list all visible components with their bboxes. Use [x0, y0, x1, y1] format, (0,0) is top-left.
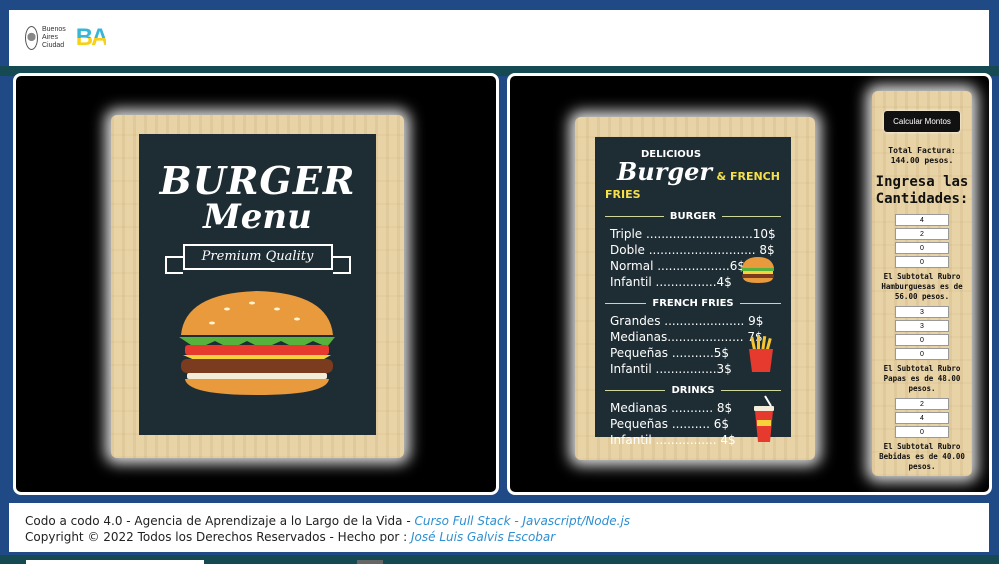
price-item: Grandes ..................... 9$ [610, 314, 764, 328]
drinks-subtotal: El Subtotal Rubro Bebidas es de 40.00 pe… [879, 442, 965, 471]
footer-agency-text: Codo a codo 4.0 - Agencia de Aprendizaje… [25, 514, 415, 528]
french-fries-icon [749, 335, 773, 372]
burger-kids-qty-input[interactable] [895, 256, 949, 268]
fries-subtotal: El Subtotal Rubro Papas es de 48.00 peso… [883, 364, 961, 393]
price-item: Triple ............................10$ [610, 227, 776, 241]
burger-illustration-icon [179, 291, 335, 395]
site-header: Buenos Aires Ciudad BA [9, 10, 989, 66]
city-seal-icon [25, 26, 38, 50]
drinks-kids-qty-input[interactable] [895, 426, 949, 438]
burger-double-qty-input[interactable] [895, 228, 949, 240]
drinks-medium-qty-input[interactable] [895, 398, 949, 410]
fries-medium-qty-input[interactable] [895, 320, 949, 332]
city-logo-text: Buenos Aires Ciudad [42, 26, 66, 49]
burger-subtotal: El Subtotal Rubro Hamburguesas es de 56.… [881, 272, 963, 301]
author-link[interactable]: José Luis Galvis Escobar [411, 530, 555, 544]
quantities-heading: Ingresa las Cantidades: [875, 174, 969, 207]
invoice-total: Total Factura: 144.00 pesos. [888, 146, 956, 165]
menu-subtitle: Menu [203, 197, 312, 237]
site-footer: Codo a codo 4.0 - Agencia de Aprendizaje… [9, 503, 989, 552]
burger-triple-qty-input[interactable] [895, 214, 949, 226]
price-menu-card: DELICIOUS Burger & FRENCH FRIES BURGER T… [575, 117, 815, 460]
section-heading-french-fries: FRENCH FRIES [605, 298, 781, 309]
fries-kids-qty-input[interactable] [895, 348, 949, 360]
burger-price-list: Triple ............................10$ D… [605, 226, 781, 290]
menu-title: Burger [617, 157, 713, 186]
drinks-small-qty-input[interactable] [895, 412, 949, 424]
calculator-sidebar: Calcular Montos Total Factura: 144.00 pe… [872, 91, 972, 476]
price-chalkboard: DELICIOUS Burger & FRENCH FRIES BURGER T… [595, 137, 791, 447]
footer-line-1: Codo a codo 4.0 - Agencia de Aprendizaje… [25, 513, 973, 529]
calculate-amounts-button[interactable]: Calcular Montos [884, 111, 960, 132]
buenos-aires-city-logo[interactable]: Buenos Aires Ciudad [25, 26, 66, 50]
menu-title: BURGER [159, 158, 356, 203]
premium-quality-ribbon: Premium Quality [164, 244, 351, 274]
ba-logo[interactable]: BA [76, 24, 109, 52]
burger-menu-card: BURGER Menu Premium Quality [111, 115, 404, 458]
soda-cup-icon [754, 395, 774, 442]
drinks-price-list: Medianas ........... 8$ Pequeñas .......… [605, 395, 781, 448]
horizontal-scrollbar[interactable] [26, 560, 204, 564]
burger-normal-qty-input[interactable] [895, 242, 949, 254]
right-menu-panel: DELICIOUS Burger & FRENCH FRIES BURGER T… [507, 73, 992, 495]
fries-small-qty-input[interactable] [895, 334, 949, 346]
scrollbar-thumb[interactable] [357, 560, 383, 564]
fries-price-list: Grandes ..................... 9$ Mediana… [605, 313, 781, 377]
footer-copyright-text: Copyright © 2022 Todos los Derechos Rese… [25, 530, 412, 544]
section-heading-burger: BURGER [605, 211, 781, 222]
chalkboard: BURGER Menu Premium Quality [139, 134, 376, 435]
burger-icon [742, 257, 774, 283]
fries-large-qty-input[interactable] [895, 306, 949, 318]
footer-line-2: Copyright © 2022 Todos los Derechos Rese… [25, 529, 973, 545]
left-menu-panel: BURGER Menu Premium Quality [13, 73, 499, 495]
course-link[interactable]: Curso Full Stack - Javascript/Node.js [414, 514, 630, 528]
